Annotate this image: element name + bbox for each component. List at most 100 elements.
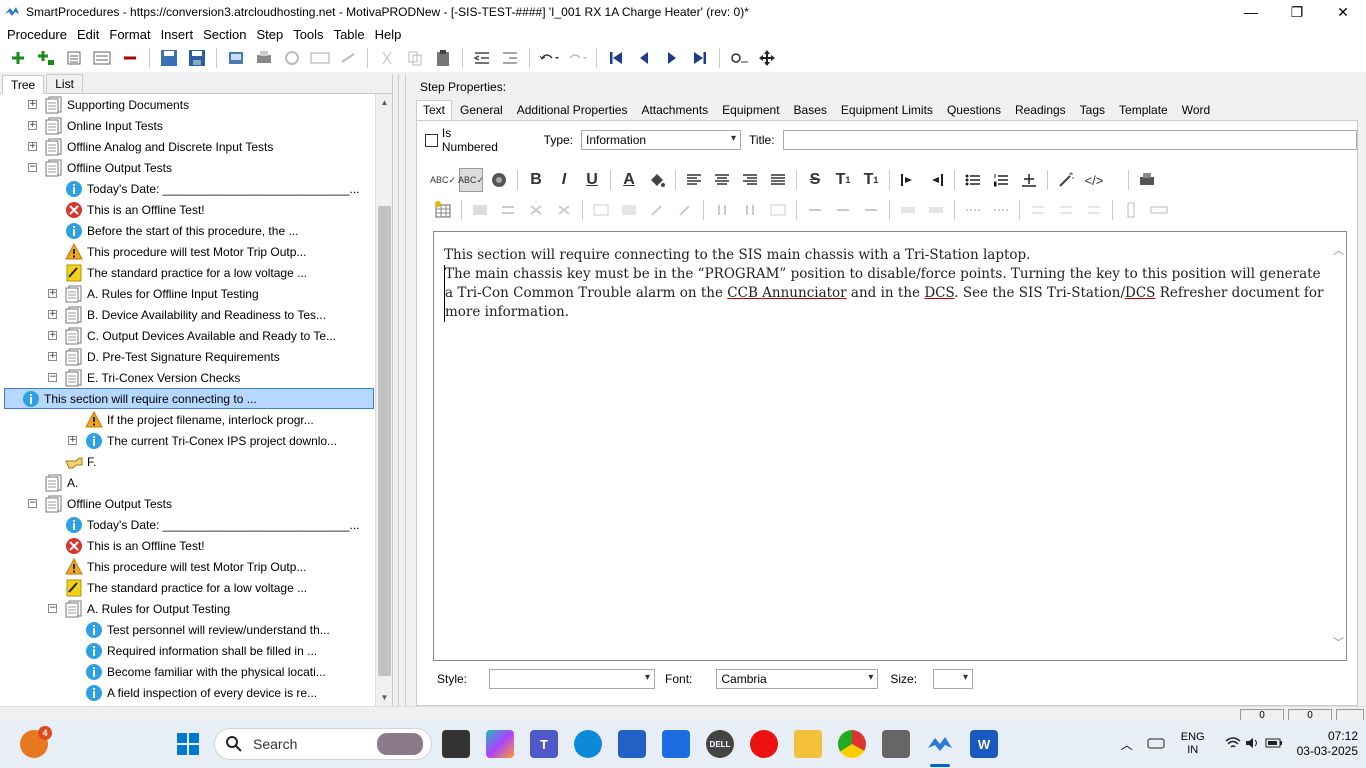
expand-icon[interactable]: + [28, 100, 37, 109]
indent-icon[interactable] [499, 47, 521, 69]
tree-node[interactable]: Required information shall be filled in … [68, 640, 317, 661]
undo-icon[interactable] [538, 47, 560, 69]
edge-icon[interactable] [574, 730, 602, 758]
tree-node[interactable]: Today's Date: __________________________… [48, 178, 360, 199]
tab-text[interactable]: Text [416, 100, 453, 120]
table-op-11-icon[interactable] [766, 198, 790, 222]
tree-node[interactable]: A field inspection of every device is re… [68, 682, 317, 703]
close-button[interactable]: ✕ [1320, 0, 1366, 24]
paste-icon[interactable] [432, 47, 454, 69]
highlight-icon[interactable] [645, 168, 669, 192]
tree-node[interactable]: The standard practice for a low voltage … [48, 577, 307, 598]
expand-icon[interactable]: + [28, 142, 37, 151]
justify-icon[interactable] [766, 168, 790, 192]
size-select[interactable]: ▾ [933, 669, 974, 689]
panel-splitter[interactable] [398, 74, 406, 706]
rich-text-editor[interactable]: This section will require connecting to … [433, 231, 1347, 661]
table-op-22-icon[interactable] [1119, 198, 1143, 222]
tree-node[interactable]: − Offline Output Tests [28, 493, 172, 514]
underline-icon[interactable]: U [580, 168, 604, 192]
move-icon[interactable] [756, 47, 778, 69]
store-icon[interactable] [618, 730, 646, 758]
collapse-icon[interactable]: − [28, 499, 37, 508]
spellcheck-as-you-type-icon[interactable]: ABC✓ [458, 168, 484, 192]
menu-procedure[interactable]: Procedure [2, 27, 72, 42]
expand-icon[interactable]: + [48, 331, 57, 340]
table-op-6-icon[interactable] [617, 198, 641, 222]
html-source-icon[interactable]: </> [1082, 168, 1106, 192]
tree-node[interactable]: + B. Device Availability and Readiness to… [48, 304, 326, 325]
dell-icon[interactable]: DELL [706, 730, 734, 758]
bold-icon[interactable]: B [524, 168, 548, 192]
tree-node[interactable]: + Offline Analog and Discrete Input Tests [28, 136, 273, 157]
file-explorer-icon[interactable] [794, 730, 822, 758]
tab-additional-properties[interactable]: Additional Properties [511, 101, 634, 120]
cut-icon[interactable] [376, 47, 398, 69]
tree-scrollbar[interactable]: ▲ ▼ [375, 94, 392, 706]
opera-icon[interactable] [750, 730, 778, 758]
previous-icon[interactable] [633, 47, 655, 69]
spellcheck-icon[interactable]: ABC✓ [430, 168, 456, 192]
editor-content[interactable]: This section will require connecting to … [444, 246, 1324, 322]
menu-section[interactable]: Section [198, 27, 251, 42]
print-preview-icon[interactable] [1135, 168, 1159, 192]
first-icon[interactable] [605, 47, 627, 69]
table-op-18-icon[interactable] [989, 198, 1013, 222]
subscript-icon[interactable]: T1 [859, 168, 883, 192]
strikethrough-icon[interactable]: S [803, 168, 827, 192]
tab-readings[interactable]: Readings [1009, 101, 1072, 120]
refresh-icon[interactable] [281, 47, 303, 69]
tab-tags[interactable]: Tags [1074, 101, 1111, 120]
table-op-14-icon[interactable] [859, 198, 883, 222]
smartprocedures-taskbar-icon[interactable] [926, 730, 954, 758]
tree-node[interactable]: If the project filename, interlock progr… [68, 409, 314, 430]
tree-node[interactable]: + C. Output Devices Available and Ready t… [48, 325, 336, 346]
collapse-icon[interactable]: − [48, 604, 57, 613]
collapse-icon[interactable]: − [48, 373, 57, 382]
scroll-down-icon[interactable]: ▼ [376, 689, 393, 706]
remove-icon[interactable] [119, 47, 141, 69]
word-icon[interactable]: W [970, 730, 998, 758]
wifi-icon[interactable] [1225, 736, 1241, 753]
scroll-thumb[interactable] [378, 206, 391, 676]
table-op-17-icon[interactable] [961, 198, 985, 222]
add-child-icon[interactable] [35, 47, 57, 69]
remote-desktop-icon[interactable] [882, 730, 910, 758]
task-view-icon[interactable] [442, 730, 470, 758]
tree-node[interactable]: This section will require connecting to … [4, 388, 374, 409]
style-select[interactable]: ▾ [489, 669, 656, 689]
tree-node[interactable]: − A. Rules for Output Testing [48, 598, 230, 619]
firefox-icon[interactable]: 4 [20, 726, 52, 758]
table-op-9-icon[interactable] [710, 198, 734, 222]
is-numbered-checkbox[interactable] [425, 133, 438, 147]
tab-equipment[interactable]: Equipment [716, 101, 785, 120]
tree-node[interactable]: + Supporting Documents [28, 94, 189, 115]
font-color-icon[interactable]: A [617, 168, 641, 192]
save-all-icon[interactable] [158, 47, 180, 69]
chevron-down-icon[interactable]: ﹀ [1333, 634, 1344, 650]
tree-node[interactable]: + The current Tri-Conex IPS project downl… [68, 430, 337, 451]
minimize-button[interactable]: — [1228, 0, 1274, 24]
numbered-list-icon[interactable] [989, 168, 1013, 192]
battery-icon[interactable] [1265, 737, 1283, 752]
maximize-button[interactable]: ❐ [1274, 0, 1320, 24]
tree-node[interactable]: This procedure will test Motor Trip Outp… [48, 556, 306, 577]
expand-icon[interactable]: + [48, 352, 57, 361]
tab-general[interactable]: General [454, 101, 509, 120]
menu-step[interactable]: Step [251, 27, 288, 42]
export-icon[interactable] [225, 47, 247, 69]
table-op-12-icon[interactable] [803, 198, 827, 222]
form-icon[interactable] [309, 47, 331, 69]
chevron-up-icon[interactable]: ︿ [1333, 242, 1344, 258]
tree-node[interactable]: A. [28, 472, 78, 493]
clock[interactable]: 07:12 03-03-2025 [1297, 729, 1358, 759]
table-op-19-icon[interactable] [1026, 198, 1050, 222]
tab-questions[interactable]: Questions [941, 101, 1007, 120]
tree-node[interactable]: Test personnel will review/understand th… [68, 619, 330, 640]
tree-node[interactable]: This procedure will test Motor Trip Outp… [48, 241, 306, 262]
tree-node[interactable]: Today's Date: __________________________… [48, 514, 360, 535]
menu-table[interactable]: Table [329, 27, 370, 42]
last-icon[interactable] [689, 47, 711, 69]
superscript-icon[interactable]: T1 [831, 168, 855, 192]
tree-node[interactable]: − E. Tri-Conex Version Checks [48, 367, 240, 388]
